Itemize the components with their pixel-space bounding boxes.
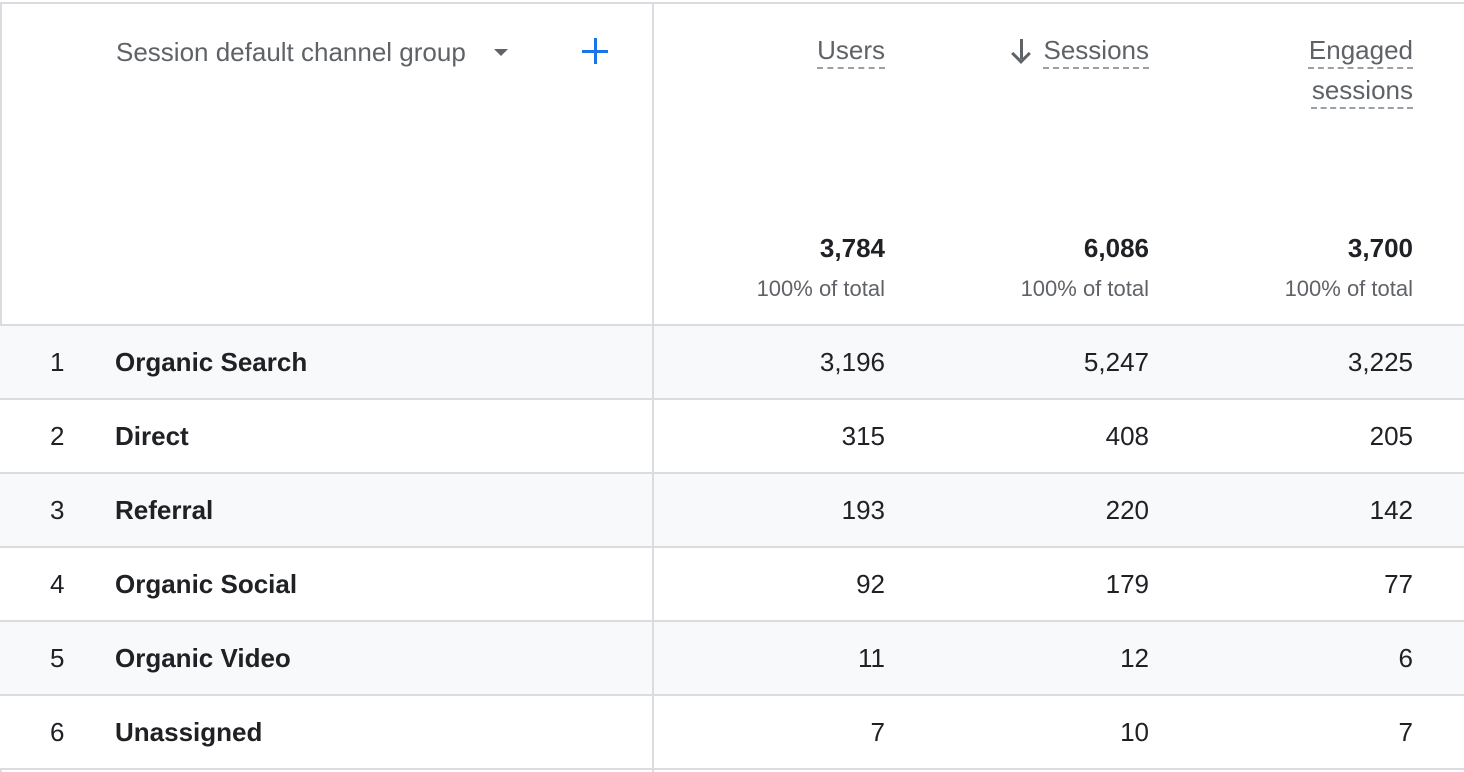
row-users: 315 — [841, 421, 885, 451]
row-sessions: 10 — [1120, 717, 1149, 747]
engaged-sessions-total: 3,700 100% of total — [1285, 230, 1413, 304]
row-channel[interactable]: Organic Video — [115, 622, 291, 694]
row-engaged-sessions: 7 — [1398, 717, 1413, 747]
row-rank: 5 — [50, 643, 65, 673]
dimension-selector[interactable]: Session default channel group — [116, 34, 508, 70]
row-channel[interactable]: Unassigned — [115, 696, 262, 768]
row-rank: 4 — [50, 569, 65, 599]
row-sessions: 408 — [1105, 421, 1149, 451]
table-row[interactable]: 2 Direct 315 408 205 — [0, 398, 1464, 472]
users-total-value: 3,784 — [819, 233, 885, 263]
dimension-label: Session default channel group — [116, 36, 466, 67]
column-header-engaged-sessions[interactable]: Engaged sessions — [1283, 30, 1413, 110]
row-rank: 3 — [50, 495, 65, 525]
sessions-header-label[interactable]: Sessions — [1044, 30, 1150, 70]
row-engaged-sessions: 3,225 — [1347, 347, 1413, 377]
users-total: 3,784 100% of total — [757, 230, 885, 304]
sessions-total-pct: 100% of total — [1020, 276, 1149, 301]
caret-down-icon[interactable] — [493, 48, 508, 56]
row-rank: 6 — [50, 717, 65, 747]
table-header: Session default channel group Users Sess… — [0, 0, 1464, 326]
row-sessions: 179 — [1105, 569, 1149, 599]
row-sessions: 220 — [1105, 495, 1149, 525]
row-engaged-sessions: 77 — [1384, 569, 1413, 599]
row-users: 92 — [856, 569, 885, 599]
row-engaged-sessions: 6 — [1398, 643, 1413, 673]
row-channel[interactable]: Organic Search — [115, 326, 307, 398]
users-header-label[interactable]: Users — [817, 35, 885, 65]
table-row[interactable]: 6 Unassigned 7 10 7 — [0, 694, 1464, 770]
row-users: 193 — [841, 495, 885, 525]
arrow-down-icon[interactable] — [1010, 37, 1032, 63]
dimension-column-divider — [652, 2, 654, 772]
table-row[interactable]: 5 Organic Video 11 12 6 — [0, 620, 1464, 694]
sessions-total: 6,086 100% of total — [1021, 230, 1149, 304]
table-row[interactable]: 3 Referral 193 220 142 — [0, 472, 1464, 546]
row-users: 7 — [870, 717, 885, 747]
row-sessions: 5,247 — [1083, 347, 1149, 377]
sessions-total-value: 6,086 — [1083, 233, 1149, 263]
plus-icon[interactable] — [582, 38, 608, 64]
channel-report-table: Session default channel group Users Sess… — [0, 0, 1464, 772]
row-sessions: 12 — [1120, 643, 1149, 673]
table-row[interactable]: 1 Organic Search 3,196 5,247 3,225 — [0, 324, 1464, 398]
column-header-users[interactable]: Users — [817, 30, 885, 70]
row-rank: 2 — [50, 421, 65, 451]
row-channel[interactable]: Referral — [115, 474, 213, 546]
engaged-sessions-total-pct: 100% of total — [1284, 276, 1413, 301]
row-engaged-sessions: 142 — [1369, 495, 1413, 525]
row-channel[interactable]: Direct — [115, 400, 189, 472]
table-body: 1 Organic Search 3,196 5,247 3,225 2 Dir… — [0, 324, 1464, 770]
row-users: 11 — [858, 643, 885, 673]
table-row[interactable]: 4 Organic Social 92 179 77 — [0, 546, 1464, 620]
row-users: 3,196 — [819, 347, 885, 377]
row-engaged-sessions: 205 — [1369, 421, 1413, 451]
users-total-pct: 100% of total — [756, 276, 885, 301]
column-header-sessions[interactable]: Sessions — [1010, 30, 1150, 70]
row-channel[interactable]: Organic Social — [115, 548, 297, 620]
engaged-sessions-total-value: 3,700 — [1347, 233, 1413, 263]
engaged-sessions-header-label[interactable]: Engaged sessions — [1309, 35, 1413, 105]
row-rank: 1 — [50, 347, 65, 377]
